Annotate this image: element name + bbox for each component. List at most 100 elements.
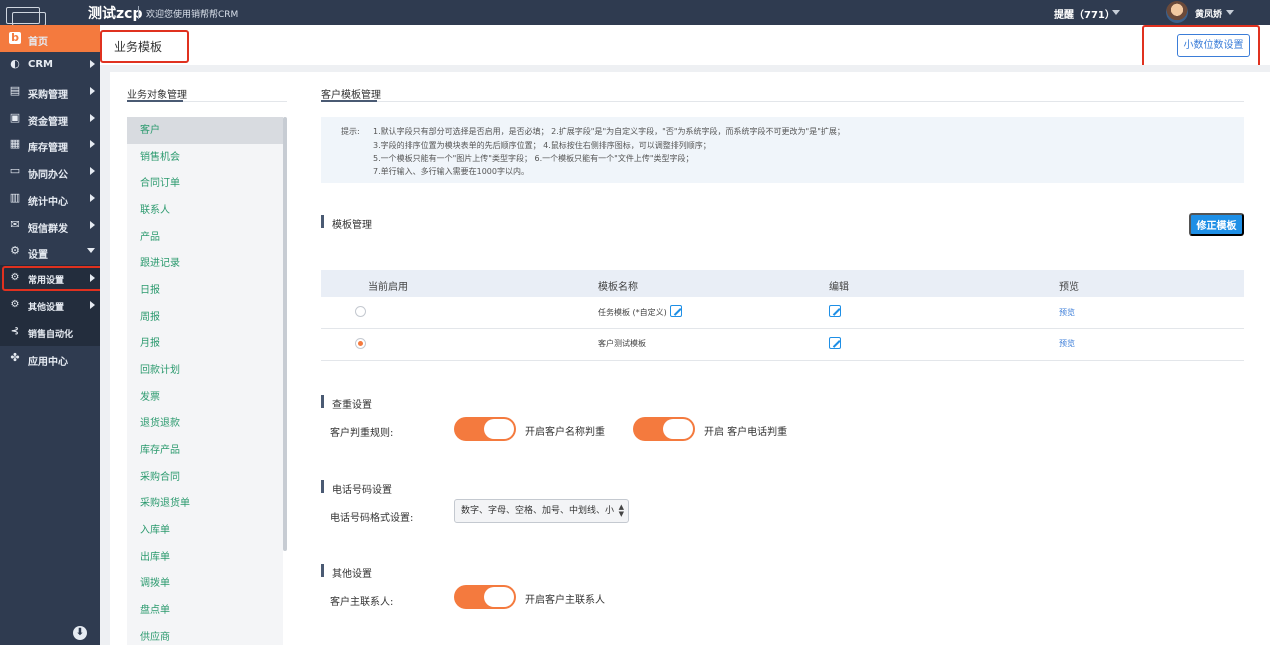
chevron-right-icon [90,221,95,229]
column-header: 预览 [1059,282,1079,293]
pie-chart-icon: ◐ [10,57,20,70]
chevron-right-icon [90,301,95,309]
sidebar-item-automation[interactable]: ⊰ 销售自动化 [0,319,100,346]
edit-name-icon[interactable] [670,305,682,317]
tab-customer-template[interactable]: 客户模板管理 [321,86,381,101]
column-header: 编辑 [829,282,849,293]
template-radio[interactable] [355,306,366,317]
list-item[interactable]: 回款计划 [127,357,283,384]
chevron-down-icon[interactable] [1226,10,1234,15]
chevron-down-icon[interactable] [1112,10,1120,15]
list-item[interactable]: 供应商 [127,624,283,645]
chevron-right-icon [90,87,95,95]
sidebar-item-label: 首页 [28,37,48,48]
template-name: 客户测试模板 [598,339,646,348]
list-item[interactable]: 合同订单 [127,170,283,197]
sidebar-item-crm[interactable]: ◐ CRM [0,51,100,78]
section-marker [321,215,324,228]
inventory-icon: ▦ [9,137,21,150]
list-item[interactable]: 出库单 [127,544,283,571]
row-divider [321,328,1244,329]
toggle-knob [484,419,514,439]
top-bar: 测试zcp 欢迎您使用销帮帮CRM 提醒（771） 黄凤娇 [0,0,1270,26]
sidebar-item-apps[interactable]: ✤ 应用中心 [0,345,100,372]
section-title-other: 其他设置 [332,569,372,580]
list-item[interactable]: 月报 [127,330,283,357]
sidebar-item-sms[interactable]: ✉ 短信群发 [0,212,100,239]
list-item[interactable]: 采购合同 [127,464,283,491]
sidebar-item-office[interactable]: ▭ 协同办公 [0,158,100,185]
avatar[interactable] [1166,1,1188,23]
edit-icon[interactable] [829,337,841,349]
preview-link[interactable]: 预览 [1059,338,1075,349]
sidebar-item-purchase[interactable]: ▤ 采购管理 [0,78,100,105]
apps-icon: ✤ [10,351,20,364]
list-item[interactable]: 日报 [127,277,283,304]
section-marker [321,564,324,577]
phone-dedupe-toggle[interactable] [633,417,695,441]
sidebar-item-home[interactable]: b 首页 [0,25,100,52]
list-item[interactable]: 盘点单 [127,597,283,624]
column-header: 当前启用 [368,282,408,293]
section-marker [321,395,324,408]
list-item[interactable]: 调拨单 [127,570,283,597]
object-list: 客户 销售机会 合同订单 联系人 产品 跟进记录 日报 周报 月报 回款计划 发… [127,117,283,645]
name-dedupe-toggle[interactable] [454,417,516,441]
welcome-text: 欢迎您使用销帮帮CRM [146,10,239,20]
list-item[interactable]: 销售机会 [127,144,283,171]
window-outline [12,12,46,26]
highlight-frame [2,266,103,291]
chevron-down-icon [87,248,95,253]
list-item[interactable]: 产品 [127,224,283,251]
download-icon[interactable]: ⬇ [73,626,87,640]
tip-line: 3.字段的排序位置为模块表单的先后顺序位置； 4.鼠标按住右侧排序图标，可以调整… [373,141,711,150]
preview-link[interactable]: 预览 [1059,307,1075,318]
list-item[interactable]: 库存产品 [127,437,283,464]
highlight-frame [100,30,189,63]
chevron-right-icon [90,60,95,68]
sidebar-item-stats[interactable]: ▥ 统计中心 [0,185,100,212]
purchase-icon: ▤ [9,84,21,97]
user-name[interactable]: 黄凤娇 [1195,7,1222,20]
stats-icon: ▥ [9,191,21,204]
toggle-label: 开启客户名称判重 [525,427,605,438]
template-radio-selected[interactable] [355,338,366,349]
list-item[interactable]: 入库单 [127,517,283,544]
sidebar-item-inventory[interactable]: ▦ 库存管理 [0,131,100,158]
edit-icon[interactable] [829,305,841,317]
section-title-templates: 模板管理 [332,220,372,231]
sidebar-item-label: 设置 [28,250,48,261]
section-title-dedupe: 查重设置 [332,400,372,411]
tab-object-management[interactable]: 业务对象管理 [127,86,187,101]
tips-label: 提示: [341,127,360,136]
list-item[interactable]: 联系人 [127,197,283,224]
list-item[interactable]: 发票 [127,384,283,411]
phone-format-select[interactable]: 数字、字母、空格、加号、中划线、小 ▲ ▼ [454,499,629,523]
money-icon: ▣ [9,111,21,124]
reminder-link[interactable]: 提醒（771） [1054,6,1115,21]
list-item[interactable]: 退货退款 [127,410,283,437]
mail-icon: ✉ [10,218,20,231]
sidebar-item-settings[interactable]: ⚙ 设置 [0,238,100,265]
list-item[interactable]: 周报 [127,304,283,331]
logo-icon[interactable] [4,3,84,26]
chevron-right-icon [90,114,95,122]
divider [321,101,1244,102]
select-arrows-icon: ▲ ▼ [618,503,624,518]
primary-contact-toggle[interactable] [454,585,516,609]
sidebar-item-other-settings[interactable]: ⚙ 其他设置 [0,292,100,319]
list-scrollbar[interactable] [283,117,287,551]
sidebar-item-label: 协同办公 [28,170,68,181]
tab-underline [127,100,183,102]
sidebar-item-label: 资金管理 [28,117,68,128]
sidebar-item-label: 短信群发 [28,224,68,235]
fix-template-button[interactable]: 修正模板 [1189,213,1244,236]
list-item[interactable]: 跟进记录 [127,250,283,277]
sidebar-item-label: 销售自动化 [28,330,74,340]
sidebar-item-funds[interactable]: ▣ 资金管理 [0,105,100,132]
toggle-knob [484,587,514,607]
chevron-right-icon [90,194,95,202]
list-item[interactable]: 客户 [127,117,283,144]
gear-icon: ⚙ [10,299,20,310]
list-item[interactable]: 采购退货单 [127,490,283,517]
